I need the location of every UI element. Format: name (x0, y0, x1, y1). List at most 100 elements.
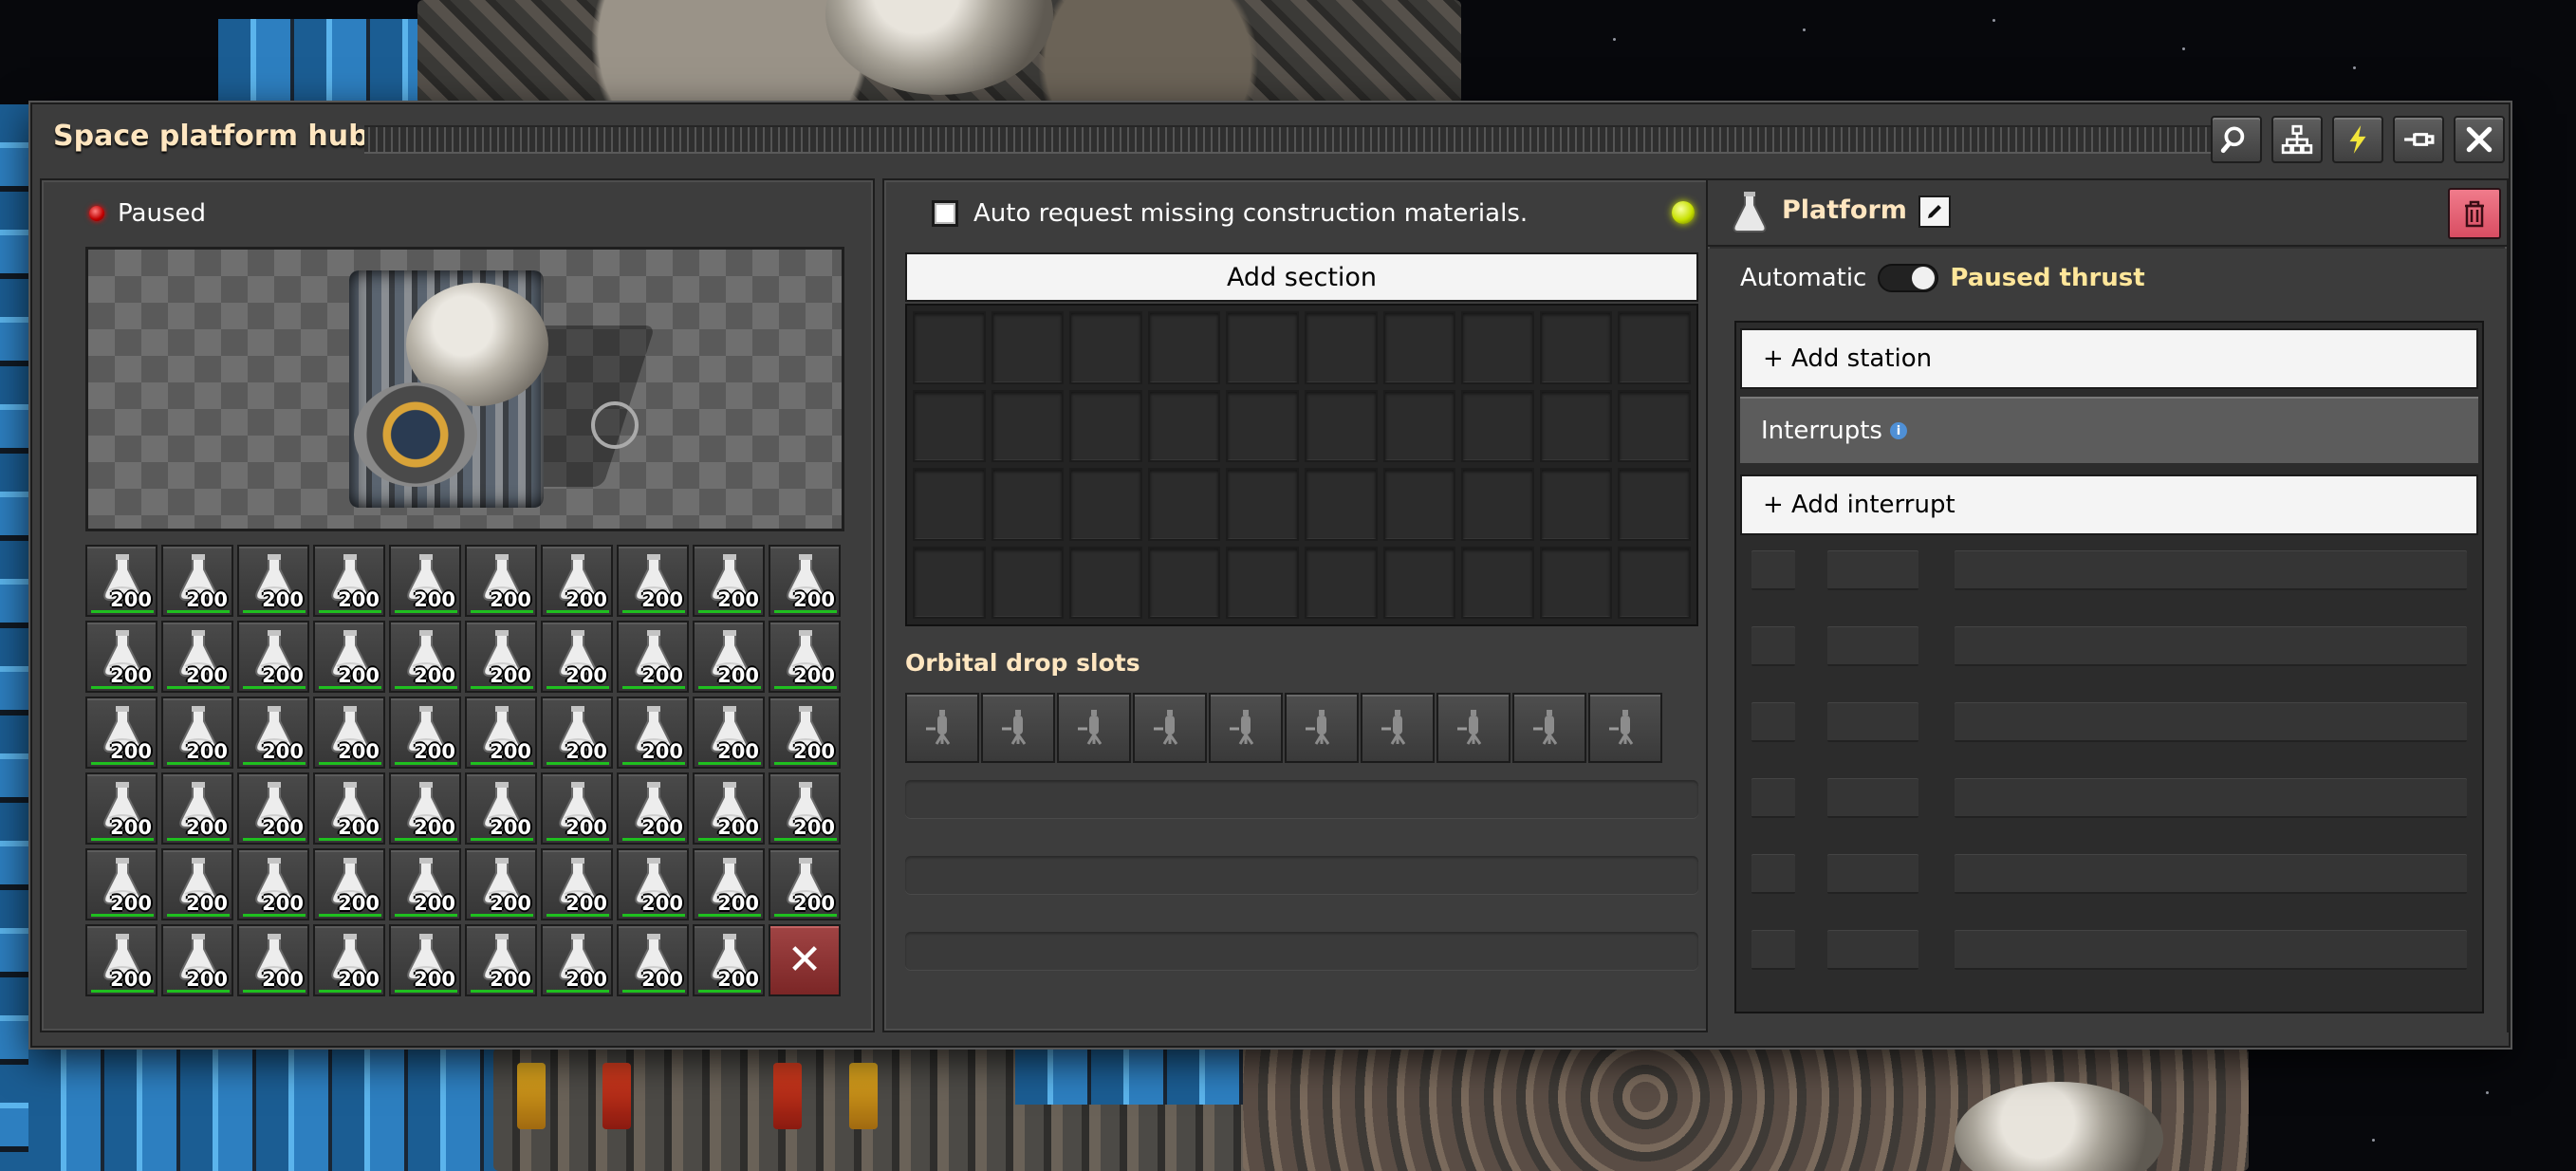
request-slot[interactable] (1069, 389, 1142, 462)
inventory-slot[interactable]: 200 (85, 621, 158, 693)
inventory-slot[interactable]: 200 (389, 545, 461, 617)
inventory-slot[interactable]: 200 (465, 621, 537, 693)
orbital-drop-slot[interactable] (1133, 693, 1207, 763)
request-slot[interactable] (913, 389, 986, 462)
inventory-slot[interactable]: 200 (465, 772, 537, 845)
orbital-drop-slot[interactable] (981, 693, 1055, 763)
inventory-slot[interactable]: 200 (313, 848, 385, 920)
rename-button[interactable] (1918, 195, 1951, 228)
request-slot[interactable] (1539, 389, 1613, 462)
inventory-slot[interactable]: 200 (693, 772, 765, 845)
orbital-drop-slot[interactable] (1588, 693, 1662, 763)
inventory-slot[interactable]: 200 (161, 772, 233, 845)
inventory-slot[interactable]: 200 (161, 621, 233, 693)
inventory-slot[interactable]: 200 (85, 924, 158, 996)
inventory-slot[interactable]: 200 (693, 848, 765, 920)
inventory-slot[interactable]: 200 (693, 924, 765, 996)
request-slot[interactable] (1539, 468, 1613, 541)
request-slot[interactable] (1147, 468, 1221, 541)
request-slot[interactable] (1304, 546, 1378, 619)
inventory-slot[interactable]: 200 (769, 697, 841, 769)
request-slot[interactable] (1539, 546, 1613, 619)
inventory-slot[interactable]: 200 (465, 924, 537, 996)
close-button[interactable] (2454, 116, 2505, 163)
add-interrupt-button[interactable]: + Add interrupt (1740, 474, 2478, 535)
request-slot[interactable] (1461, 468, 1534, 541)
inventory-slot[interactable]: 200 (237, 924, 309, 996)
request-slot[interactable] (1226, 468, 1299, 541)
request-slot[interactable] (1382, 546, 1456, 619)
interrupt-row-cell[interactable] (1955, 550, 2467, 590)
inventory-slot[interactable]: 200 (85, 772, 158, 845)
interrupt-row-cell[interactable] (1955, 854, 2467, 894)
search-button[interactable] (2211, 116, 2262, 163)
orbital-drop-slot[interactable] (905, 693, 979, 763)
inventory-slot[interactable]: 200 (769, 545, 841, 617)
orbital-drop-slot[interactable] (1436, 693, 1510, 763)
interrupt-row-cell[interactable] (1751, 930, 1795, 970)
add-section-button[interactable]: Add section (905, 252, 1698, 302)
inventory-slot[interactable]: 200 (541, 924, 613, 996)
interrupt-row-cell[interactable] (1751, 702, 1795, 742)
inventory-slot[interactable]: 200 (237, 697, 309, 769)
request-slot[interactable] (1304, 468, 1378, 541)
inventory-slot[interactable]: 200 (465, 848, 537, 920)
info-icon[interactable]: i (1889, 422, 1907, 439)
inventory-slot[interactable]: 200 (617, 697, 689, 769)
inventory-slot[interactable]: 200 (313, 924, 385, 996)
request-slot[interactable] (991, 389, 1065, 462)
inventory-slot[interactable]: 200 (769, 772, 841, 845)
request-slot[interactable] (1539, 311, 1613, 384)
orbital-drop-slot[interactable] (1512, 693, 1586, 763)
inventory-slot[interactable]: 200 (237, 545, 309, 617)
request-slot[interactable] (1147, 389, 1221, 462)
power-button[interactable] (2332, 116, 2383, 163)
inventory-slot[interactable]: 200 (769, 621, 841, 693)
inventory-slot[interactable]: 200 (541, 772, 613, 845)
orbital-drop-slot[interactable] (1285, 693, 1359, 763)
platform-hub-preview[interactable] (85, 247, 844, 531)
request-slot[interactable] (1226, 546, 1299, 619)
interrupt-row-cell[interactable] (1827, 626, 1918, 666)
inventory-slot[interactable]: 200 (237, 621, 309, 693)
inventory-slot[interactable]: 200 (617, 545, 689, 617)
add-station-button[interactable]: + Add station (1740, 328, 2478, 389)
request-slot[interactable] (991, 311, 1065, 384)
network-button[interactable] (2271, 116, 2323, 163)
interrupt-row-cell[interactable] (1827, 930, 1918, 970)
interrupt-row-cell[interactable] (1955, 702, 2467, 742)
interrupt-row-cell[interactable] (1827, 702, 1918, 742)
inventory-slot[interactable]: 200 (237, 772, 309, 845)
interrupt-row-cell[interactable] (1751, 854, 1795, 894)
request-slot[interactable] (913, 546, 986, 619)
request-slot[interactable] (1147, 546, 1221, 619)
inventory-slot[interactable]: 200 (693, 621, 765, 693)
request-slot[interactable] (1069, 546, 1142, 619)
request-slot[interactable] (1461, 311, 1534, 384)
interrupt-row-cell[interactable] (1751, 550, 1795, 590)
interrupt-row-cell[interactable] (1955, 930, 2467, 970)
inventory-slot[interactable]: 200 (693, 697, 765, 769)
request-slot[interactable] (1461, 389, 1534, 462)
interrupt-row-cell[interactable] (1751, 778, 1795, 818)
request-slot[interactable] (1618, 468, 1691, 541)
request-slot[interactable] (991, 468, 1065, 541)
inventory-slot[interactable]: 200 (617, 621, 689, 693)
inventory-slot[interactable]: 200 (389, 848, 461, 920)
inventory-slot[interactable]: 200 (389, 697, 461, 769)
interrupt-row-cell[interactable] (1827, 854, 1918, 894)
request-slot[interactable] (1618, 389, 1691, 462)
inventory-slot[interactable]: 200 (237, 848, 309, 920)
inventory-slot[interactable]: 200 (465, 697, 537, 769)
request-slot[interactable] (991, 546, 1065, 619)
inventory-slot[interactable]: 200 (313, 772, 385, 845)
interrupt-row-cell[interactable] (1827, 778, 1918, 818)
request-slot[interactable] (1382, 389, 1456, 462)
delete-platform-button[interactable] (2448, 188, 2501, 239)
request-slot[interactable] (1226, 389, 1299, 462)
request-slot[interactable] (1382, 311, 1456, 384)
inventory-slot[interactable]: 200 (617, 772, 689, 845)
inventory-slot[interactable]: 200 (85, 848, 158, 920)
request-slot[interactable] (1382, 468, 1456, 541)
inventory-slot[interactable]: 200 (541, 848, 613, 920)
